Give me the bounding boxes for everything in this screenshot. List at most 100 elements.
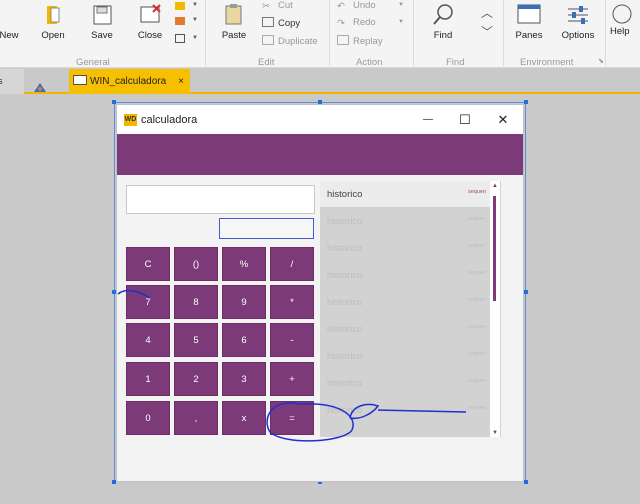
options-button[interactable]: Options xyxy=(558,4,598,41)
paste-label: Paste xyxy=(221,30,247,41)
key-button[interactable]: = xyxy=(270,401,314,435)
tab-previous[interactable]: s xyxy=(0,69,24,94)
key-button[interactable]: 5 xyxy=(174,323,218,357)
window-doc-icon xyxy=(73,75,87,85)
tab-project[interactable] xyxy=(28,69,64,94)
close-icon[interactable]: ✕ xyxy=(493,111,513,129)
ribbon-separator xyxy=(503,0,504,66)
redo-button[interactable]: ↷ Redo xyxy=(337,17,376,29)
key-button[interactable]: () xyxy=(174,247,218,281)
resize-handle[interactable] xyxy=(524,100,528,104)
dropdown-icon[interactable]: ▼ xyxy=(192,17,198,23)
history-scrollbar[interactable]: ▲ ▼ xyxy=(490,181,500,437)
header-band xyxy=(117,134,523,175)
key-button[interactable]: 9 xyxy=(222,285,266,319)
cut-button[interactable]: ✂ Cut xyxy=(262,0,293,12)
dropdown-icon[interactable]: ▼ xyxy=(192,35,198,41)
key-button[interactable]: 8 xyxy=(174,285,218,319)
history-item[interactable]: historico sequen xyxy=(320,370,490,396)
history-list[interactable]: historico sequen historico sequen historico s… xyxy=(320,181,501,437)
key-button[interactable]: 4 xyxy=(126,323,170,357)
replay-button[interactable]: Replay xyxy=(337,35,383,47)
key-button[interactable]: 6 xyxy=(222,323,266,357)
key-button[interactable]: 0 xyxy=(126,401,170,435)
chevron-down-icon[interactable]: ﹀ xyxy=(481,23,493,40)
new-button[interactable]: New xyxy=(0,4,24,41)
ribbon: New Open Save Close ▼ ▼ ▼ General Paste … xyxy=(0,0,640,68)
close-tab-icon[interactable]: × xyxy=(178,69,184,94)
expression-display[interactable] xyxy=(126,185,315,214)
history-item[interactable]: historico sequen xyxy=(320,181,490,207)
key-button[interactable]: 2 xyxy=(174,362,218,396)
tab-label: WIN_calculadora xyxy=(90,76,167,87)
ribbon-separator xyxy=(205,0,206,66)
new-label: New xyxy=(0,30,19,41)
open-button[interactable]: Open xyxy=(37,4,69,41)
key-button[interactable]: - xyxy=(270,323,314,357)
key-button[interactable]: / xyxy=(270,247,314,281)
duplicate-label: Duplicate xyxy=(278,36,318,47)
panes-icon xyxy=(517,4,541,26)
key-button[interactable]: * xyxy=(270,285,314,319)
history-item[interactable]: historico sequen xyxy=(320,316,490,342)
scroll-up-icon[interactable]: ▲ xyxy=(492,183,498,189)
open-label: Open xyxy=(41,30,65,41)
copy-button[interactable]: Copy xyxy=(262,17,300,29)
help-icon xyxy=(610,4,634,26)
history-item[interactable]: historico sequen xyxy=(320,208,490,234)
minimize-icon[interactable]: — xyxy=(418,111,438,129)
help-button[interactable]: Help xyxy=(610,4,640,37)
find-button[interactable]: Find xyxy=(427,4,459,41)
key-button[interactable]: 3 xyxy=(222,362,266,396)
folder-icon xyxy=(41,4,65,26)
tab-win-calculadora[interactable]: WIN_calculadora × xyxy=(69,69,190,94)
group-find-label: Find xyxy=(446,57,465,68)
history-item[interactable]: historico sequen xyxy=(320,289,490,315)
copy-label: Copy xyxy=(278,18,301,29)
panes-button[interactable]: Panes xyxy=(512,4,546,41)
history-text: historico xyxy=(327,324,363,335)
small-tool-icon-2[interactable] xyxy=(175,17,185,25)
dropdown-icon[interactable]: ▼ xyxy=(398,2,404,8)
key-button[interactable]: , xyxy=(174,401,218,435)
key-button[interactable]: % xyxy=(222,247,266,281)
copy-icon xyxy=(262,17,274,27)
key-button[interactable]: 7 xyxy=(126,285,170,319)
undo-button[interactable]: ↶ Undo xyxy=(337,0,376,12)
history-item[interactable]: historico sequen xyxy=(320,262,490,288)
history-sequence: sequen xyxy=(467,216,486,222)
print-icon[interactable] xyxy=(175,34,185,43)
resize-handle[interactable] xyxy=(524,480,528,484)
replay-icon xyxy=(337,35,349,45)
key-button[interactable]: + xyxy=(270,362,314,396)
window-titlebar[interactable]: WD calculadora — ☐ ✕ xyxy=(117,105,523,134)
small-tool-icon-1[interactable] xyxy=(175,2,185,10)
maximize-icon[interactable]: ☐ xyxy=(455,111,475,129)
dropdown-icon[interactable]: ▼ xyxy=(192,2,198,8)
duplicate-button[interactable]: Duplicate xyxy=(262,35,318,47)
group-action-label: Action xyxy=(356,57,383,68)
key-button[interactable]: x xyxy=(222,401,266,435)
history-text: historico xyxy=(327,270,363,281)
scroll-down-icon[interactable]: ▼ xyxy=(492,430,498,436)
dropdown-icon[interactable]: ▼ xyxy=(398,19,404,25)
history-item[interactable]: historico sequen xyxy=(320,343,490,369)
redo-icon: ↷ xyxy=(337,18,345,29)
close-file-icon xyxy=(138,4,162,26)
group-general-label: General xyxy=(76,57,110,68)
dialog-launcher-icon[interactable]: ⬊ xyxy=(598,57,604,65)
cut-label: Cut xyxy=(278,0,293,11)
result-display[interactable] xyxy=(219,218,314,239)
key-button[interactable]: C xyxy=(126,247,170,281)
key-button[interactable]: 1 xyxy=(126,362,170,396)
close-button[interactable]: Close xyxy=(134,4,166,41)
history-item[interactable]: historico sequen xyxy=(320,397,490,423)
chevron-up-icon[interactable]: ︿ xyxy=(481,4,493,21)
help-label: Help xyxy=(610,26,630,37)
history-item[interactable]: historico sequen xyxy=(320,235,490,261)
paste-button[interactable]: Paste xyxy=(217,4,251,41)
resize-handle[interactable] xyxy=(524,290,528,294)
save-button[interactable]: Save xyxy=(86,4,118,41)
document-tab-bar: s WIN_calculadora × xyxy=(0,69,640,94)
scroll-thumb[interactable] xyxy=(493,196,496,301)
